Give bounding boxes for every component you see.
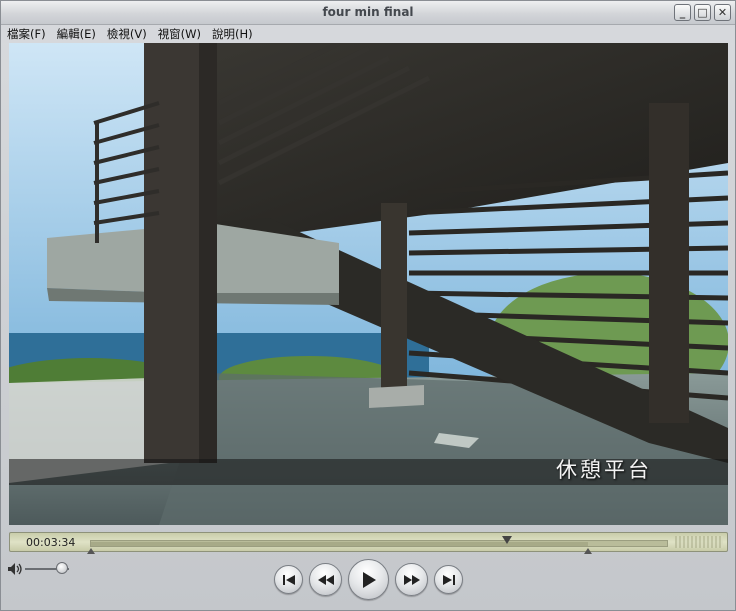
selection-end-marker[interactable] <box>584 548 593 554</box>
play-button[interactable] <box>348 559 389 600</box>
timeline-bar[interactable]: 00:03:34 <box>9 532 728 554</box>
skip-forward-button[interactable] <box>434 565 463 594</box>
volume-icon[interactable] <box>7 562 23 576</box>
video-scene-image <box>9 43 728 525</box>
menu-view[interactable]: 檢視(V) <box>107 26 147 42</box>
maximize-icon: □ <box>697 6 708 19</box>
menu-edit[interactable]: 編輯(E) <box>57 26 96 42</box>
selection-range <box>91 542 589 546</box>
fast-forward-icon <box>403 574 420 585</box>
timecode: 00:03:34 <box>26 536 76 549</box>
window-title: four min final <box>322 5 414 19</box>
video-caption: 休憩平台 <box>556 458 652 482</box>
playhead[interactable] <box>502 536 513 544</box>
window-controls: _ □ ✕ <box>674 4 731 21</box>
selection-start-marker[interactable] <box>87 548 95 554</box>
fast-forward-button[interactable] <box>395 563 428 596</box>
minimize-icon: _ <box>679 6 686 19</box>
menu-file[interactable]: 檔案(F) <box>7 26 46 42</box>
timeline-grip <box>675 536 723 548</box>
scrub-track[interactable] <box>87 536 668 554</box>
playback-controls <box>1 556 735 610</box>
play-icon <box>362 571 376 588</box>
menu-help[interactable]: 說明(H) <box>212 26 253 42</box>
skip-back-icon <box>282 574 295 585</box>
close-button[interactable]: ✕ <box>714 4 731 21</box>
maximize-button[interactable]: □ <box>694 4 711 21</box>
volume-slider-knob[interactable] <box>56 562 69 574</box>
close-icon: ✕ <box>717 6 728 19</box>
player-window: four min final _ □ ✕ 檔案(F) 編輯(E) 檢視(V) 視… <box>0 0 736 611</box>
menu-window[interactable]: 視窗(W) <box>158 26 201 42</box>
video-frame[interactable]: 休憩平台 <box>9 43 728 525</box>
menu-bar: 檔案(F) 編輯(E) 檢視(V) 視窗(W) 說明(H) <box>1 25 735 43</box>
skip-forward-icon <box>442 574 455 585</box>
rewind-button[interactable] <box>309 563 342 596</box>
minimize-button[interactable]: _ <box>674 4 691 21</box>
skip-back-button[interactable] <box>274 565 303 594</box>
rewind-icon <box>317 574 334 585</box>
title-bar[interactable]: four min final _ □ ✕ <box>1 1 735 25</box>
